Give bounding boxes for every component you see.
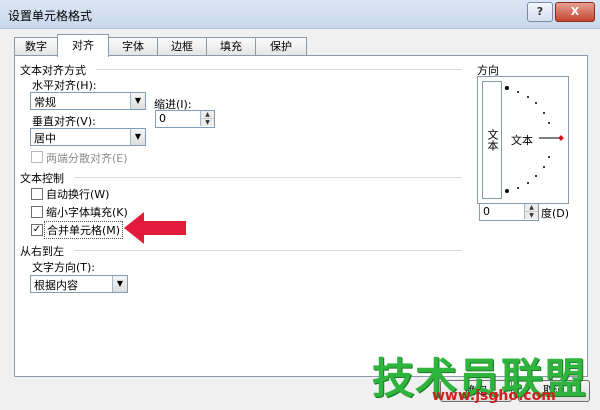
text-direction-value: 根据内容 <box>34 279 78 292</box>
text-alignment-group-label: 文本对齐方式 <box>20 64 86 77</box>
help-button[interactable]: ? <box>527 2 553 22</box>
indent-value: 0 <box>159 112 166 125</box>
shrink-to-fit-label: 缩小字体填充(K) <box>46 206 128 219</box>
vertical-align-value: 居中 <box>34 132 56 145</box>
spin-up-icon[interactable]: ▲ <box>524 204 538 212</box>
close-button[interactable]: X <box>555 2 595 22</box>
separator <box>96 69 462 70</box>
distributed-label: 两端分散对齐(E) <box>46 152 128 165</box>
annotation-arrow-icon <box>124 212 186 244</box>
shrink-to-fit-checkbox[interactable] <box>31 206 43 218</box>
dial-text-label: 文本 <box>511 134 533 147</box>
merge-cells-label: 合并单元格(M) <box>44 221 124 239</box>
text-direction-label: 文字方向(T): <box>32 261 96 274</box>
vertical-align-select[interactable]: 居中 ▼ <box>30 128 146 146</box>
degree-label: 度(D) <box>541 207 570 220</box>
chevron-down-icon[interactable]: ▼ <box>112 276 127 292</box>
watermark-url: www.jsgho.com <box>432 388 556 404</box>
degree-value: 0 <box>483 205 490 218</box>
tab-alignment[interactable]: 对齐 <box>57 34 109 57</box>
vertical-text-button[interactable]: 文本 <box>482 81 502 199</box>
dialog-title: 设置单元格格式 <box>8 9 93 23</box>
format-cells-dialog: 设置单元格格式 ? X 数字 对齐 字体 边框 填充 保护 文本对齐方式 水平对… <box>0 0 600 410</box>
wrap-text-label: 自动换行(W) <box>46 188 110 201</box>
horizontal-align-select[interactable]: 常规 ▼ <box>30 92 146 110</box>
spin-down-icon[interactable]: ▼ <box>200 119 214 126</box>
tab-number[interactable]: 数字 <box>14 37 58 56</box>
text-control-group-label: 文本控制 <box>20 172 64 185</box>
title-bar: 设置单元格格式 ? X <box>0 0 600 29</box>
text-direction-select[interactable]: 根据内容 ▼ <box>30 275 128 293</box>
separator <box>74 250 462 251</box>
horizontal-align-value: 常规 <box>34 96 56 109</box>
horizontal-align-label: 水平对齐(H): <box>32 79 97 92</box>
wrap-text-checkbox[interactable] <box>31 188 43 200</box>
spin-up-icon[interactable]: ▲ <box>200 111 214 119</box>
tab-fill[interactable]: 填充 <box>206 37 256 56</box>
chevron-down-icon[interactable]: ▼ <box>130 129 145 145</box>
merge-cells-checkbox[interactable]: ✓ <box>31 224 43 236</box>
degree-stepper[interactable]: 0 ▲ ▼ <box>479 203 539 221</box>
tab-font[interactable]: 字体 <box>108 37 158 56</box>
rtl-group-label: 从右到左 <box>20 245 64 258</box>
distributed-checkbox[interactable] <box>31 151 43 163</box>
spin-down-icon[interactable]: ▼ <box>524 212 538 219</box>
orientation-box: 文本 文本 <box>477 76 569 204</box>
indent-stepper[interactable]: 0 ▲ ▼ <box>155 110 215 128</box>
separator <box>74 177 462 178</box>
tab-border[interactable]: 边框 <box>157 37 207 56</box>
vertical-align-label: 垂直对齐(V): <box>32 115 96 128</box>
chevron-down-icon[interactable]: ▼ <box>130 93 145 109</box>
tab-protection[interactable]: 保护 <box>255 37 307 56</box>
